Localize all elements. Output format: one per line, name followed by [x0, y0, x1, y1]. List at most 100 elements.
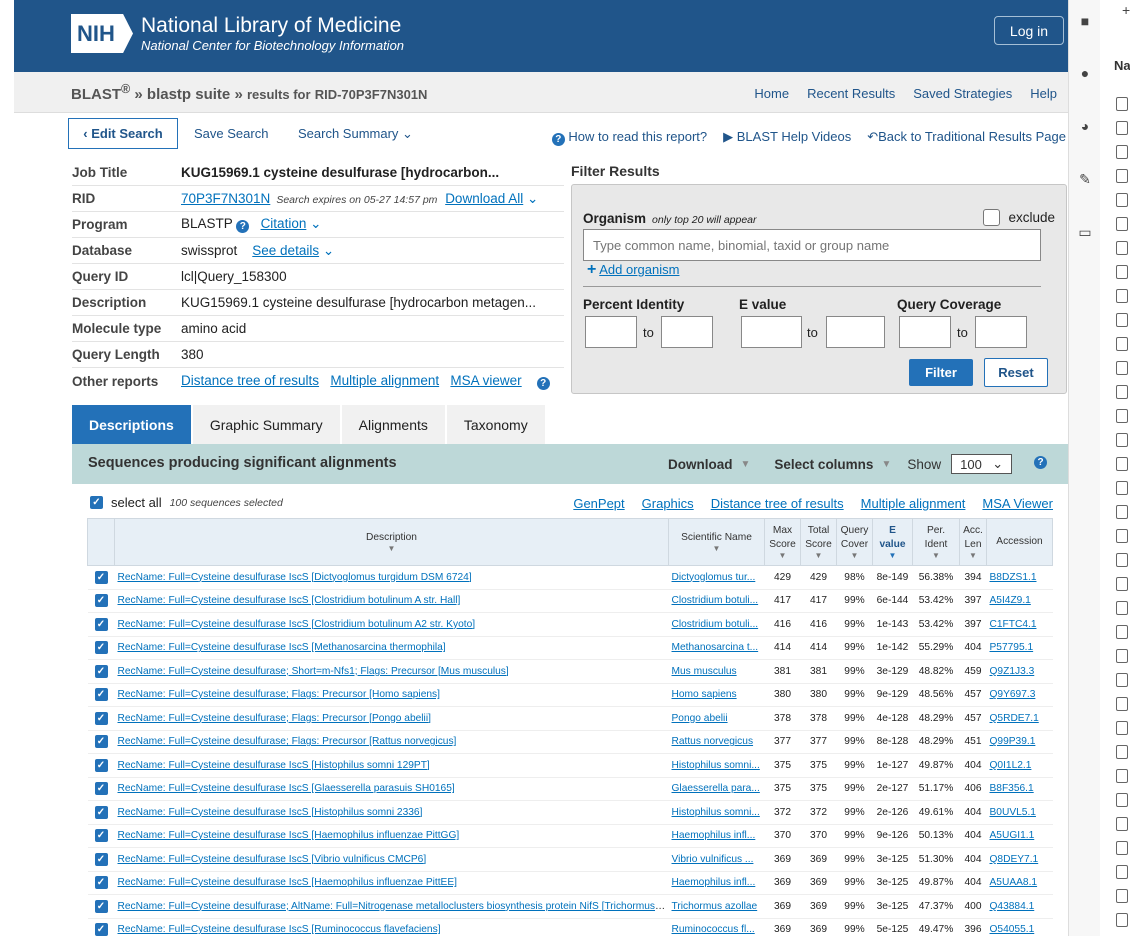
accession-link[interactable]: Q9Y697.3: [990, 689, 1036, 700]
bookmark-page-icon[interactable]: [1116, 313, 1128, 327]
row-checkbox[interactable]: ✓: [94, 688, 108, 702]
bookmark-page-icon[interactable]: [1116, 553, 1128, 567]
header-evalue[interactable]: Evalue ▼: [872, 518, 913, 566]
wrench-icon[interactable]: ✎: [1076, 170, 1094, 188]
header-max-score[interactable]: Max Score ▼: [764, 518, 801, 566]
search-summary-dropdown[interactable]: Search Summary ⌄: [298, 126, 413, 142]
pct-identity-max-input[interactable]: [661, 316, 713, 348]
row-checkbox[interactable]: ✓: [94, 782, 108, 796]
back-traditional-link[interactable]: ↶Back to Traditional Results Page: [867, 129, 1066, 146]
bookmark-page-icon[interactable]: [1116, 649, 1128, 663]
bookmark-page-icon[interactable]: [1116, 289, 1128, 303]
accession-link[interactable]: B8F356.1: [990, 783, 1034, 794]
bookmark-page-icon[interactable]: [1116, 457, 1128, 471]
breadcrumb-blast[interactable]: BLAST: [71, 86, 121, 103]
row-checkbox[interactable]: ✓: [94, 805, 108, 819]
bookmark-page-icon[interactable]: [1116, 409, 1128, 423]
evalue-min-input[interactable]: [741, 316, 802, 348]
bookmark-page-icon[interactable]: [1116, 193, 1128, 207]
help-icon[interactable]: ?: [1034, 456, 1047, 469]
tab-descriptions[interactable]: Descriptions: [72, 405, 193, 444]
organism-input[interactable]: Type common name, binomial, taxid or gro…: [583, 229, 1041, 261]
row-checkbox[interactable]: ✓: [94, 923, 108, 936]
multiple-alignment-link[interactable]: Multiple alignment: [330, 373, 439, 388]
bookmark-page-icon[interactable]: [1116, 793, 1128, 807]
scientific-name-link[interactable]: Methanosarcina t...: [672, 642, 759, 653]
nav-home[interactable]: Home: [754, 86, 789, 101]
scientific-name-link[interactable]: Histophilus somni...: [672, 807, 760, 818]
scientific-name-link[interactable]: Mus musculus: [672, 666, 737, 677]
accession-link[interactable]: P57795.1: [990, 642, 1034, 653]
select-columns-dropdown[interactable]: Select columns: [774, 457, 873, 472]
description-link[interactable]: RecName: Full=Cysteine desulfurase IscS …: [118, 924, 441, 935]
description-link[interactable]: RecName: Full=Cysteine desulfurase IscS …: [118, 830, 460, 841]
header-acc-len[interactable]: Acc. Len ▼: [959, 518, 987, 566]
header-query-cover[interactable]: Query Cover ▼: [836, 518, 873, 566]
description-link[interactable]: RecName: Full=Cysteine desulfurase; Shor…: [118, 666, 509, 677]
scientific-name-link[interactable]: Vibrio vulnificus ...: [672, 854, 754, 865]
scientific-name-link[interactable]: Clostridium botuli...: [672, 619, 759, 630]
scientific-name-link[interactable]: Haemophilus infl...: [672, 830, 756, 841]
bookmark-page-icon[interactable]: [1116, 745, 1128, 759]
accession-link[interactable]: C1FTC4.1: [990, 619, 1037, 630]
help-icon[interactable]: ?: [236, 220, 250, 233]
description-link[interactable]: RecName: Full=Cysteine desulfurase IscS …: [118, 619, 476, 630]
row-checkbox[interactable]: ✓: [94, 852, 108, 866]
scientific-name-link[interactable]: Homo sapiens: [672, 689, 737, 700]
edit-search-button[interactable]: ‹ Edit Search: [68, 118, 178, 149]
accession-link[interactable]: A5I4Z9.1: [990, 595, 1031, 606]
distance-tree-link[interactable]: Distance tree of results: [711, 496, 844, 511]
query-coverage-max-input[interactable]: [975, 316, 1027, 348]
download-all-link[interactable]: Download All: [445, 191, 523, 206]
scientific-name-link[interactable]: Rattus norvegicus: [672, 736, 754, 747]
select-all-checkbox[interactable]: ✓: [90, 496, 103, 509]
filter-button[interactable]: Filter: [909, 359, 973, 386]
accession-link[interactable]: A5UAA8.1: [990, 877, 1038, 888]
row-checkbox[interactable]: ✓: [94, 641, 108, 655]
query-coverage-min-input[interactable]: [899, 316, 951, 348]
palette-icon[interactable]: ◕: [1076, 117, 1094, 135]
exclude-checkbox[interactable]: [983, 209, 1001, 226]
distance-tree-link[interactable]: Distance tree of results: [181, 373, 319, 388]
bookmark-page-icon[interactable]: [1116, 265, 1128, 279]
header-description[interactable]: Description ▼: [114, 518, 669, 566]
description-link[interactable]: RecName: Full=Cysteine desulfurase IscS …: [118, 572, 472, 583]
bookmark-page-icon[interactable]: [1116, 361, 1128, 375]
breadcrumb-suite[interactable]: blastp suite: [147, 86, 230, 103]
plus-icon[interactable]: +: [1122, 2, 1130, 18]
graphics-link[interactable]: Graphics: [642, 496, 694, 511]
description-link[interactable]: RecName: Full=Cysteine desulfurase; AltN…: [118, 901, 669, 912]
bookmark-page-icon[interactable]: [1116, 385, 1128, 399]
bookmark-page-icon[interactable]: [1116, 697, 1128, 711]
bookmark-page-icon[interactable]: [1116, 337, 1128, 351]
description-link[interactable]: RecName: Full=Cysteine desulfurase IscS …: [118, 595, 461, 606]
description-link[interactable]: RecName: Full=Cysteine desulfurase IscS …: [118, 642, 446, 653]
accession-link[interactable]: Q99P39.1: [990, 736, 1036, 747]
scientific-name-link[interactable]: Trichormus azollae: [672, 901, 758, 912]
header-per-ident[interactable]: Per. Ident ▼: [912, 518, 960, 566]
description-link[interactable]: RecName: Full=Cysteine desulfurase; Flag…: [118, 689, 440, 700]
msa-viewer-link[interactable]: MSA viewer: [450, 373, 521, 388]
row-checkbox[interactable]: ✓: [94, 594, 108, 608]
pct-identity-min-input[interactable]: [585, 316, 637, 348]
bookmark-page-icon[interactable]: [1116, 913, 1128, 927]
genpept-link[interactable]: GenPept: [573, 496, 624, 511]
row-checkbox[interactable]: ✓: [94, 617, 108, 631]
accession-link[interactable]: O54055.1: [990, 924, 1035, 935]
save-search-link[interactable]: Save Search: [194, 126, 268, 141]
bookmark-page-icon[interactable]: [1116, 169, 1128, 183]
row-checkbox[interactable]: ✓: [94, 711, 108, 725]
row-checkbox[interactable]: ✓: [94, 735, 108, 749]
accession-link[interactable]: B0UVL5.1: [990, 807, 1036, 818]
tab-taxonomy[interactable]: Taxonomy: [446, 405, 547, 444]
scientific-name-link[interactable]: Dictyoglomus tur...: [672, 572, 756, 583]
stop-icon[interactable]: ●: [1076, 64, 1094, 82]
scientific-name-link[interactable]: Haemophilus infl...: [672, 877, 756, 888]
citation-link[interactable]: Citation: [261, 216, 307, 231]
bookmark-page-icon[interactable]: [1116, 217, 1128, 231]
accession-link[interactable]: Q5RDE7.1: [990, 713, 1039, 724]
header-accession[interactable]: Accession: [986, 518, 1053, 566]
scientific-name-link[interactable]: Clostridium botuli...: [672, 595, 759, 606]
description-link[interactable]: RecName: Full=Cysteine desulfurase; Flag…: [118, 713, 431, 724]
add-organism-link[interactable]: + Add organism: [587, 261, 679, 279]
